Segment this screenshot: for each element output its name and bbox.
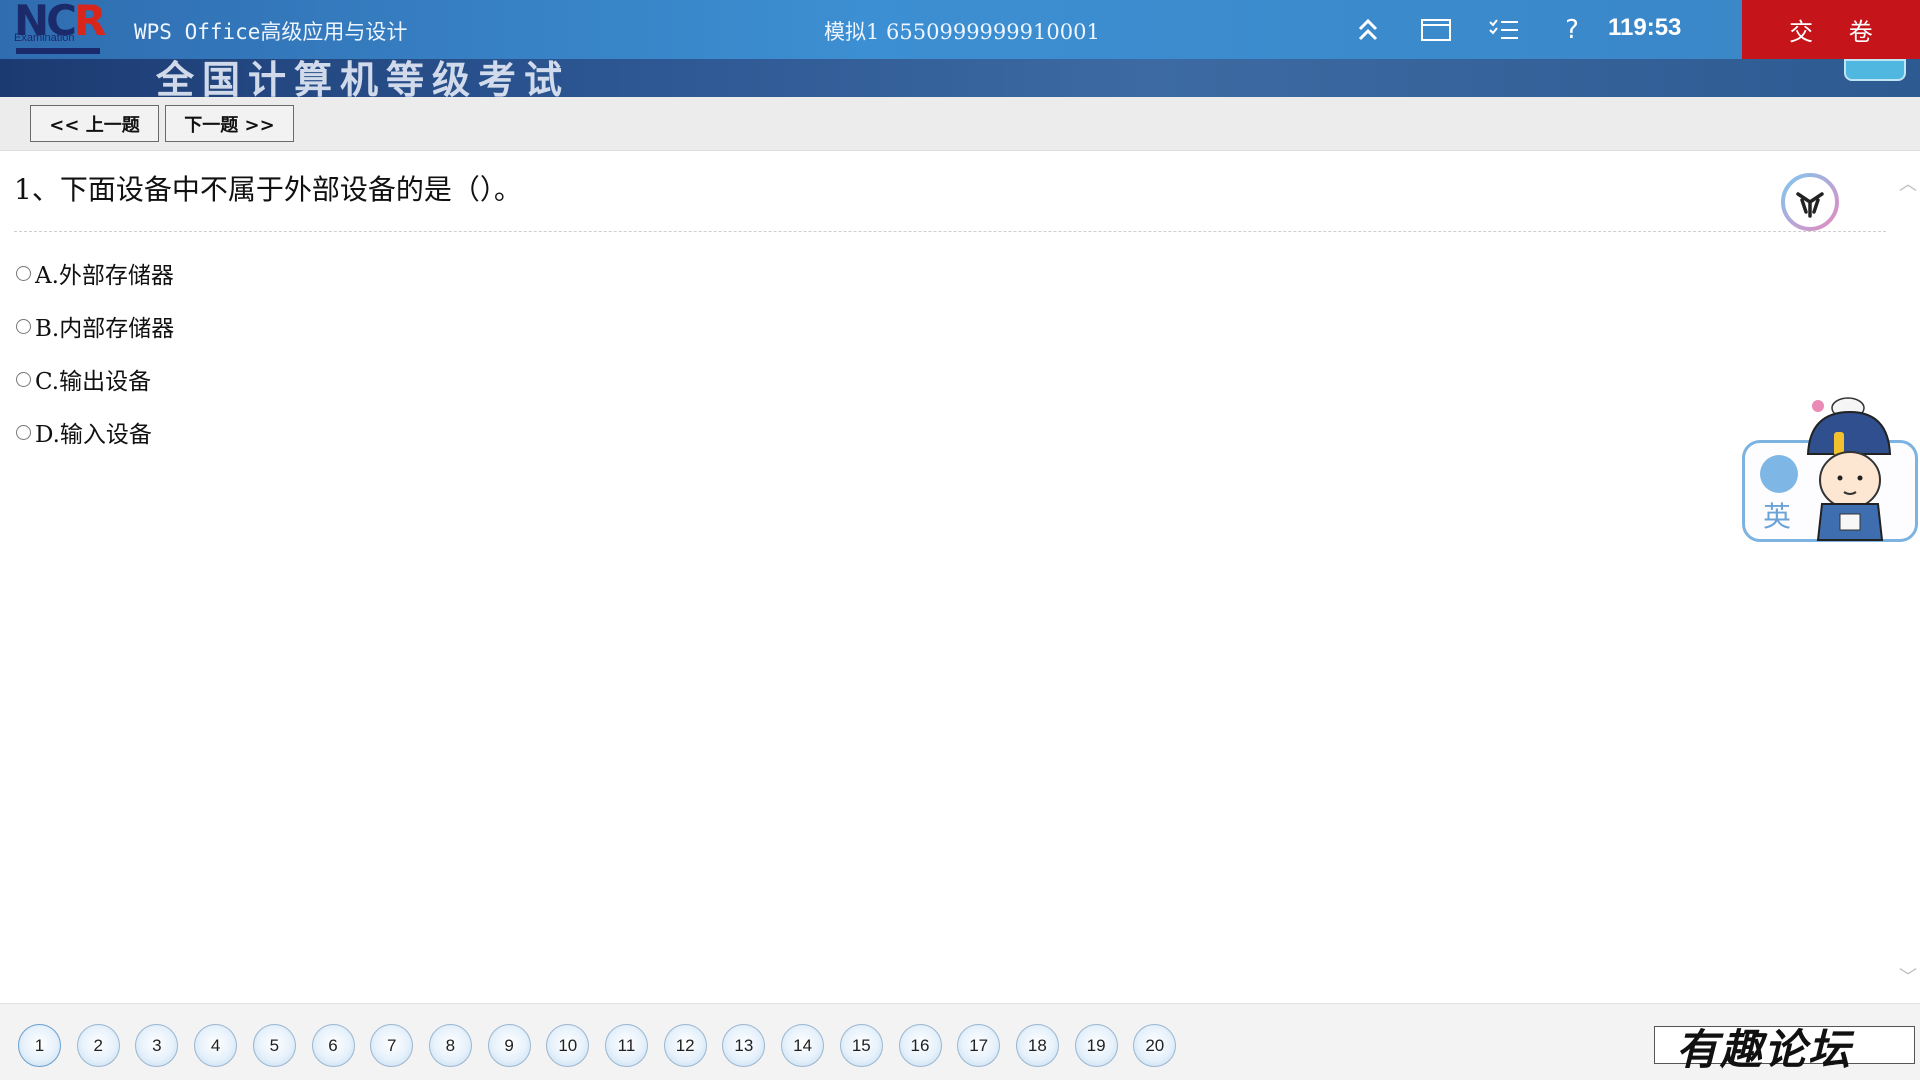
checklist-icon[interactable]: [1486, 12, 1522, 48]
question-number-button[interactable]: 14: [781, 1024, 825, 1067]
question-text: 1、下面设备中不属于外部设备的是（）。: [14, 173, 522, 206]
question-number-button[interactable]: 9: [487, 1024, 531, 1067]
exam-info: 模拟1 6550999999910001: [824, 20, 1100, 44]
forum-watermark: 有趣论坛: [1676, 1025, 1853, 1074]
question-number-button[interactable]: 11: [605, 1024, 648, 1067]
mascot-image: [1790, 392, 1910, 542]
exam-banner: 全国计算机等级考试: [0, 59, 1920, 97]
option-label: D.输入设备: [35, 422, 152, 448]
title-bar: NCR Examination WPS Office高级应用与设计 模拟1 65…: [0, 0, 1920, 59]
countdown-timer: 119:53: [1608, 14, 1682, 41]
assistant-icon[interactable]: [1780, 172, 1840, 232]
question-number-bar: 1 2 3 4 5 6 7 8 9 10 11 12 13 14 15 16 17 18 19 20 有趣论坛: [0, 1003, 1920, 1080]
question-number-button[interactable]: 6: [311, 1024, 355, 1067]
ime-language: 英: [1763, 500, 1792, 533]
app-title: WPS Office高级应用与设计: [134, 20, 408, 44]
scroll-up-arrow-icon[interactable]: ︿: [1899, 170, 1917, 196]
logo-subtitle: Examination: [14, 32, 75, 44]
option-b[interactable]: B.内部存储器: [16, 309, 174, 343]
option-a[interactable]: A.外部存储器: [16, 256, 174, 290]
question-number-button[interactable]: 15: [839, 1024, 883, 1067]
question-number-button[interactable]: 5: [252, 1024, 296, 1067]
option-label: B.内部存储器: [35, 316, 175, 342]
help-icon[interactable]: ?: [1554, 12, 1590, 48]
question-number-button[interactable]: 2: [76, 1024, 120, 1067]
question-number-button[interactable]: 18: [1015, 1024, 1059, 1067]
option-c[interactable]: C.输出设备: [16, 362, 151, 396]
submit-exam-button[interactable]: 交 卷: [1742, 0, 1920, 59]
option-label: C.输出设备: [35, 369, 152, 395]
radio-button[interactable]: [16, 318, 31, 334]
question-number-button[interactable]: 4: [194, 1024, 238, 1067]
prev-question-button[interactable]: << 上一题: [30, 105, 159, 142]
radio-button[interactable]: [16, 371, 31, 387]
banner-badge: [1844, 59, 1906, 81]
question-number-button[interactable]: 17: [957, 1024, 1001, 1067]
question-number-button[interactable]: 13: [722, 1024, 766, 1067]
scroll-down-arrow-icon[interactable]: ﹀: [1899, 963, 1917, 989]
option-label: A.外部存储器: [35, 263, 174, 289]
question-toolbar: << 上一题 下一题 >>: [0, 97, 1920, 151]
banner-text: 全国计算机等级考试: [156, 59, 571, 97]
question-divider: [14, 231, 1886, 232]
option-d[interactable]: D.输入设备: [16, 415, 152, 449]
question-number-button[interactable]: 1: [18, 1024, 61, 1067]
radio-button[interactable]: [16, 424, 31, 440]
question-number-button[interactable]: 16: [898, 1024, 942, 1067]
question-number-button[interactable]: 20: [1133, 1024, 1177, 1067]
collapse-up-icon[interactable]: [1350, 12, 1386, 48]
question-number-button[interactable]: 19: [1074, 1024, 1118, 1067]
ncre-logo: NCR Examination: [10, 0, 106, 59]
question-number-button[interactable]: 12: [663, 1024, 707, 1067]
window-icon[interactable]: [1418, 12, 1454, 48]
question-number-button[interactable]: 7: [370, 1024, 414, 1067]
question-number-button[interactable]: 3: [135, 1024, 179, 1067]
next-question-button[interactable]: 下一题 >>: [165, 105, 294, 142]
radio-button[interactable]: [16, 265, 31, 281]
question-number-button[interactable]: 8: [428, 1024, 472, 1067]
logo-bar: [16, 48, 100, 54]
question-number-button[interactable]: 10: [546, 1024, 590, 1067]
